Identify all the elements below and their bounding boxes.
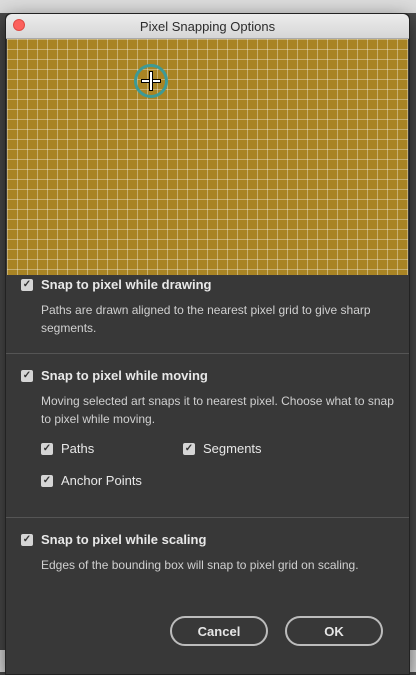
paths-option[interactable]: ✓ Paths xyxy=(41,441,94,456)
snap-while-moving-description: Moving selected art snaps it to nearest … xyxy=(41,394,394,426)
segments-label: Segments xyxy=(203,441,262,456)
preview-grid xyxy=(7,39,408,275)
section-divider xyxy=(6,353,409,354)
ok-button[interactable]: OK xyxy=(285,616,383,646)
anchor-points-checkbox[interactable]: ✓ xyxy=(41,474,53,487)
title-bar: Pixel Snapping Options xyxy=(6,14,409,39)
cancel-button[interactable]: Cancel xyxy=(170,616,268,646)
snap-while-scaling-option[interactable]: ✓ Snap to pixel while scaling xyxy=(21,532,206,547)
pixel-snapping-dialog: Pixel Snapping Options ✓ Snap to pixel w… xyxy=(5,13,410,675)
anchor-points-option[interactable]: ✓ Anchor Points xyxy=(41,473,142,488)
segments-option[interactable]: ✓ Segments xyxy=(183,441,262,456)
snap-while-moving-label: Snap to pixel while moving xyxy=(41,368,208,383)
snap-while-scaling-label: Snap to pixel while scaling xyxy=(41,532,207,547)
section-divider xyxy=(6,517,409,518)
crosshair-icon-vertical xyxy=(149,71,153,91)
snap-while-drawing-label: Snap to pixel while drawing xyxy=(41,277,212,292)
snap-while-drawing-description: Paths are drawn aligned to the nearest p… xyxy=(41,303,371,335)
snap-while-scaling-description: Edges of the bounding box will snap to p… xyxy=(41,558,359,572)
paths-label: Paths xyxy=(61,441,95,456)
background-canvas xyxy=(0,0,416,13)
snap-while-drawing-option[interactable]: ✓ Snap to pixel while drawing xyxy=(21,277,211,292)
paths-checkbox[interactable]: ✓ xyxy=(41,442,53,455)
dialog-title: Pixel Snapping Options xyxy=(139,19,276,34)
segments-checkbox[interactable]: ✓ xyxy=(183,442,195,455)
snap-while-drawing-checkbox[interactable]: ✓ xyxy=(21,278,33,291)
anchor-points-label: Anchor Points xyxy=(61,473,142,488)
snap-while-scaling-checkbox[interactable]: ✓ xyxy=(21,533,33,546)
snap-while-moving-option[interactable]: ✓ Snap to pixel while moving xyxy=(21,368,208,383)
snap-while-moving-checkbox[interactable]: ✓ xyxy=(21,369,33,382)
